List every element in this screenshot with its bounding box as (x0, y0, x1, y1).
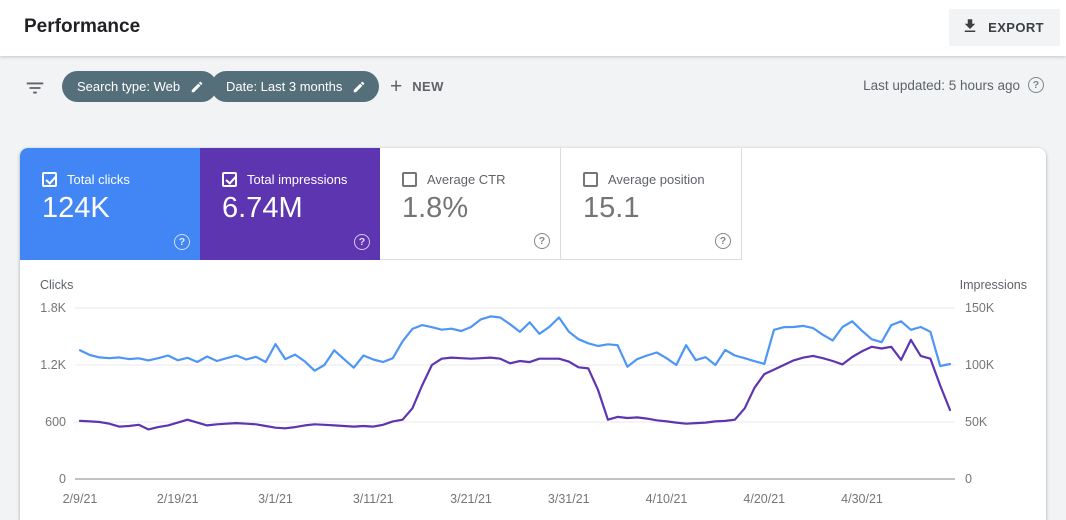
total-clicks-card[interactable]: Total clicks 124K ? (20, 148, 200, 260)
help-icon[interactable]: ? (1028, 77, 1044, 93)
x-axis-label: 3/31/21 (548, 492, 590, 506)
right-axis-tick: 100K (965, 358, 995, 372)
help-icon[interactable]: ? (174, 234, 190, 250)
empty-metric-slot (742, 148, 1046, 260)
export-button[interactable]: EXPORT (949, 9, 1060, 46)
download-icon (961, 17, 979, 38)
export-button-label: EXPORT (988, 20, 1044, 35)
total-clicks-label: Total clicks (67, 172, 130, 187)
x-axis-label: 4/30/21 (841, 492, 883, 506)
edit-pencil-icon (190, 80, 204, 94)
x-axis-label: 3/1/21 (258, 492, 293, 506)
metric-cards-row: Total clicks 124K ? Total impressions 6.… (20, 148, 1046, 260)
edit-pencil-icon (352, 80, 366, 94)
average-position-card[interactable]: Average position 15.1 ? (561, 148, 742, 260)
help-icon[interactable]: ? (534, 233, 550, 249)
right-axis-tick: 0 (965, 472, 972, 486)
right-axis-tick: 150K (965, 301, 995, 315)
filter-bar: Search type: Web Date: Last 3 months + N… (0, 56, 1066, 128)
x-axis-label: 2/19/21 (157, 492, 199, 506)
date-range-chip-label: Date: Last 3 months (226, 79, 342, 94)
x-axis-label: 2/9/21 (63, 492, 98, 506)
left-axis-tick: 1.2K (40, 358, 66, 372)
filter-list-icon[interactable] (24, 77, 46, 99)
top-header: Performance EXPORT (0, 0, 1066, 56)
average-ctr-checkbox[interactable] (402, 172, 417, 187)
performance-chart: 1.8K 150K 1.2K 100K 600 50K 0 0 2/9/21 2/19/21 3/1… (20, 260, 1046, 520)
average-position-checkbox[interactable] (583, 172, 598, 187)
search-type-chip[interactable]: Search type: Web (62, 71, 217, 102)
average-position-value: 15.1 (583, 192, 639, 225)
total-clicks-checkbox[interactable] (42, 172, 57, 187)
last-updated-text: Last updated: 5 hours ago (863, 78, 1020, 93)
page-title: Performance (24, 16, 140, 38)
x-axis-label: 3/21/21 (450, 492, 492, 506)
impressions-line (80, 340, 950, 430)
total-impressions-value: 6.74M (222, 192, 303, 225)
help-icon[interactable]: ? (354, 234, 370, 250)
average-ctr-label: Average CTR (427, 172, 506, 187)
new-filter-label: NEW (412, 79, 444, 94)
left-axis-tick: 1.8K (40, 301, 66, 315)
x-axis-label: 4/10/21 (646, 492, 688, 506)
total-impressions-label: Total impressions (247, 172, 347, 187)
new-filter-button[interactable]: + NEW (390, 71, 444, 102)
average-ctr-value: 1.8% (402, 192, 468, 225)
left-axis-tick: 600 (45, 415, 66, 429)
left-axis-tick: 0 (59, 472, 66, 486)
right-axis-tick: 50K (965, 415, 988, 429)
total-impressions-card[interactable]: Total impressions 6.74M ? (200, 148, 380, 260)
x-axis-label: 3/11/21 (353, 492, 394, 506)
average-ctr-card[interactable]: Average CTR 1.8% ? (380, 148, 561, 260)
performance-panel: Total clicks 124K ? Total impressions 6.… (20, 148, 1046, 520)
total-impressions-checkbox[interactable] (222, 172, 237, 187)
plus-icon: + (390, 76, 402, 97)
date-range-chip[interactable]: Date: Last 3 months (211, 71, 379, 102)
total-clicks-value: 124K (42, 192, 110, 225)
help-icon[interactable]: ? (715, 233, 731, 249)
x-axis-label: 4/20/21 (743, 492, 785, 506)
average-position-label: Average position (608, 172, 705, 187)
search-type-chip-label: Search type: Web (77, 79, 180, 94)
